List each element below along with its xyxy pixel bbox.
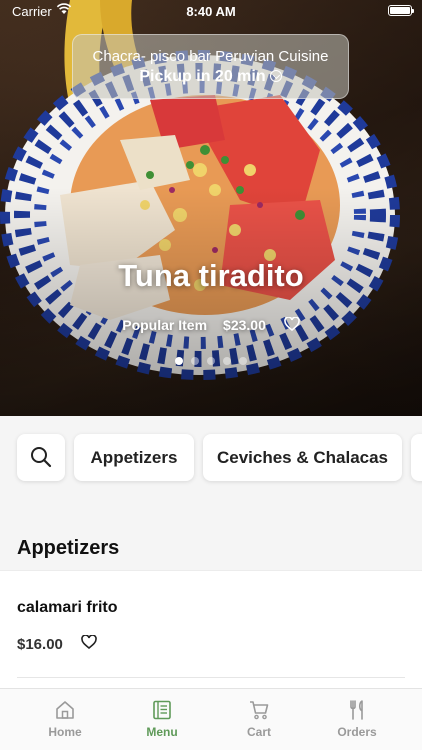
heart-icon[interactable] <box>81 635 97 649</box>
category-chip-next[interactable] <box>411 434 422 481</box>
featured-item-name[interactable]: Tuna tiradito <box>0 258 422 294</box>
menu-book-icon <box>153 700 171 720</box>
status-time: 8:40 AM <box>186 4 236 19</box>
restaurant-name: Chacra- pisco bar Peruvian Cuisine <box>92 48 329 65</box>
divider <box>17 677 405 678</box>
hero-banner[interactable]: Carrier 8:40 AM Chacra- pisco bar Peruvi… <box>0 0 422 416</box>
menu-item-price: $16.00 <box>17 636 63 653</box>
menu-item-name: calamari frito <box>17 599 118 616</box>
carousel-dot[interactable] <box>175 357 183 365</box>
category-chip-ceviches[interactable]: Ceviches & Chalacas <box>203 434 402 481</box>
menu-list: calamari frito $16.00 <box>0 570 422 688</box>
featured-item-tag: Popular Item <box>122 317 208 334</box>
tab-menu-label: Menu <box>146 725 178 739</box>
search-icon <box>31 447 52 468</box>
tab-bar: Home Menu Cart Orders <box>0 688 422 750</box>
section-title: Appetizers <box>17 537 120 559</box>
pickup-label: Pickup in 20 min <box>139 68 266 85</box>
featured-item-price: $23.00 <box>223 317 266 334</box>
restaurant-selector[interactable]: Chacra- pisco bar Peruvian Cuisine Picku… <box>72 34 349 99</box>
category-chip-appetizers[interactable]: Appetizers <box>74 434 194 481</box>
tab-cart-label: Cart <box>246 725 271 739</box>
tab-orders-label: Orders <box>337 725 377 739</box>
search-button[interactable] <box>17 434 65 481</box>
carousel-dot[interactable] <box>191 357 199 365</box>
fork-knife-icon <box>350 700 363 720</box>
tab-home-label: Home <box>48 725 82 739</box>
category-bar: Appetizers Ceviches & Chalacas <box>0 416 422 500</box>
heart-icon[interactable] <box>283 316 300 334</box>
carousel-dot[interactable] <box>207 357 215 365</box>
carousel-dot[interactable] <box>239 357 247 365</box>
status-bar: Carrier 8:40 AM <box>0 0 422 22</box>
tab-cart[interactable]: Cart <box>209 689 309 750</box>
featured-item-meta: Popular Item $23.00 <box>0 316 422 334</box>
pickup-time[interactable]: Pickup in 20 min <box>73 68 348 86</box>
carousel-dots[interactable] <box>0 357 422 365</box>
cart-icon <box>250 701 269 720</box>
carousel-dot[interactable] <box>223 357 231 365</box>
chevron-down-circle-icon <box>269 70 282 82</box>
home-icon <box>56 701 74 719</box>
tab-orders[interactable]: Orders <box>307 689 407 750</box>
battery-icon <box>388 5 414 16</box>
tab-menu[interactable]: Menu <box>112 689 212 750</box>
tab-home[interactable]: Home <box>15 689 115 750</box>
